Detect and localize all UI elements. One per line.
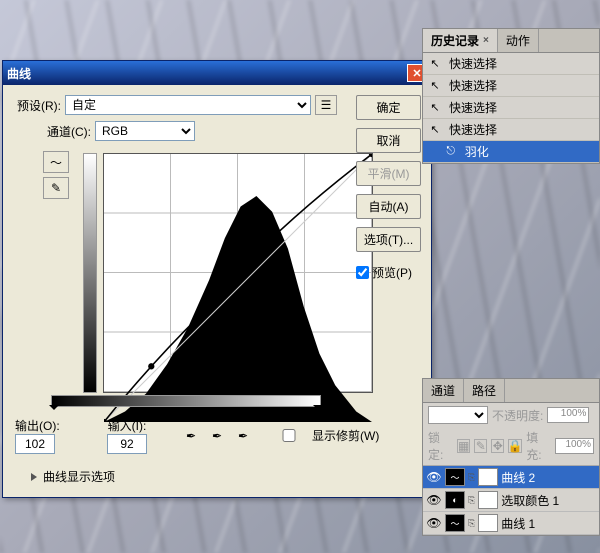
- history-item-label: 快速选择: [449, 99, 497, 116]
- mask-thumbnail[interactable]: [478, 514, 498, 532]
- lock-label: 锁定:: [428, 429, 453, 463]
- visibility-icon[interactable]: 👁: [426, 515, 442, 531]
- smooth-button[interactable]: 平滑(M): [356, 161, 421, 186]
- dialog-title: 曲线: [7, 65, 407, 82]
- link-icon: ⎘: [468, 472, 475, 483]
- input-field[interactable]: [107, 434, 147, 454]
- feather-icon: ⎋: [443, 144, 459, 160]
- wand-icon: ↖: [427, 78, 443, 94]
- link-icon: ⎘: [468, 495, 475, 506]
- history-item-label: 羽化: [465, 143, 489, 160]
- layer-name: 选取颜色 1: [501, 492, 559, 509]
- fill-label: 填充:: [526, 429, 551, 463]
- visibility-icon[interactable]: 👁: [426, 492, 442, 508]
- history-item-label: 快速选择: [449, 121, 497, 138]
- eyedropper-black-icon[interactable]: ✒: [181, 426, 201, 446]
- layer-name: 曲线 2: [501, 469, 535, 486]
- lock-position-icon[interactable]: ✥: [491, 439, 504, 453]
- channel-label: 通道(C):: [47, 123, 91, 140]
- wand-icon: ↖: [427, 56, 443, 72]
- output-label: 输出(O):: [15, 417, 60, 434]
- lock-all-icon[interactable]: 🔒: [508, 439, 522, 453]
- tab-history[interactable]: 历史记录×: [423, 29, 498, 52]
- layer-item[interactable]: 👁〜⎘ 曲线 2: [423, 466, 599, 489]
- mask-thumbnail[interactable]: [478, 468, 498, 486]
- cancel-button[interactable]: 取消: [356, 128, 421, 153]
- history-item[interactable]: ▶ ⎋ 羽化: [423, 141, 599, 163]
- history-item[interactable]: ↖ 快速选择: [423, 97, 599, 119]
- input-ramp[interactable]: [51, 395, 321, 407]
- show-clipping-checkbox[interactable]: 显示修剪(W): [269, 427, 379, 444]
- history-item-label: 快速选择: [449, 77, 497, 94]
- history-item[interactable]: ↖ 快速选择: [423, 119, 599, 141]
- opacity-label: 不透明度:: [492, 407, 543, 424]
- visibility-icon[interactable]: 👁: [426, 469, 442, 485]
- curve-display-options[interactable]: 曲线显示选项: [31, 468, 421, 485]
- ok-button[interactable]: 确定: [356, 95, 421, 120]
- layer-thumbnail[interactable]: ◐: [445, 491, 465, 509]
- history-item[interactable]: ↖ 快速选择: [423, 53, 599, 75]
- layer-name: 曲线 1: [501, 515, 535, 532]
- fill-field[interactable]: 100%: [555, 438, 594, 454]
- eyedropper-gray-icon[interactable]: ✒: [207, 426, 227, 446]
- curve-tool-icon[interactable]: 〜: [43, 151, 69, 173]
- options-button[interactable]: 选项(T)...: [356, 227, 421, 252]
- layer-item[interactable]: 👁◐⎘ 选取颜色 1: [423, 489, 599, 512]
- auto-button[interactable]: 自动(A): [356, 194, 421, 219]
- play-icon: ▶: [427, 146, 435, 157]
- lock-pixels-icon[interactable]: ✎: [474, 439, 487, 453]
- lock-transparent-icon[interactable]: ▦: [457, 439, 470, 453]
- history-panel: 历史记录× 动作 ↖ 快速选择 ↖ 快速选择 ↖ 快速选择 ↖ 快速选择 ▶ ⎋ 羽化: [422, 28, 600, 164]
- tab-close-icon[interactable]: ×: [483, 35, 489, 46]
- tab-paths[interactable]: 路径: [464, 379, 505, 402]
- history-item-label: 快速选择: [449, 55, 497, 72]
- layer-thumbnail[interactable]: 〜: [445, 468, 465, 486]
- eyedropper-white-icon[interactable]: ✒: [233, 426, 253, 446]
- output-ramp: [83, 153, 97, 393]
- wand-icon: ↖: [427, 100, 443, 116]
- preset-menu-icon[interactable]: ☰: [315, 95, 337, 115]
- disclosure-icon: [31, 473, 37, 481]
- layer-item[interactable]: 👁〜⎘ 曲线 1: [423, 512, 599, 535]
- tab-channels[interactable]: 通道: [423, 379, 464, 402]
- layer-thumbnail[interactable]: 〜: [445, 514, 465, 532]
- channel-select[interactable]: RGB: [95, 121, 195, 141]
- title-bar[interactable]: 曲线 ✕: [3, 61, 431, 85]
- preset-select[interactable]: 自定: [65, 95, 311, 115]
- output-field[interactable]: [15, 434, 55, 454]
- opacity-field[interactable]: 100%: [547, 407, 589, 423]
- pencil-tool-icon[interactable]: ✎: [43, 177, 69, 199]
- mask-thumbnail[interactable]: [478, 491, 498, 509]
- curves-dialog: 曲线 ✕ 预设(R): 自定 ☰ 通道(C): RGB 〜 ✎: [2, 60, 432, 498]
- preview-checkbox[interactable]: 预览(P): [356, 264, 421, 281]
- blend-mode-select[interactable]: [428, 406, 488, 424]
- preset-label: 预设(R):: [17, 97, 61, 114]
- tab-actions[interactable]: 动作: [498, 29, 539, 52]
- history-item[interactable]: ↖ 快速选择: [423, 75, 599, 97]
- link-icon: ⎘: [468, 518, 475, 529]
- layers-panel: 通道 路径 不透明度: 100% 锁定: ▦ ✎ ✥ 🔒 填充: 100% 👁〜…: [422, 378, 600, 536]
- wand-icon: ↖: [427, 122, 443, 138]
- curves-plot[interactable]: [103, 153, 373, 393]
